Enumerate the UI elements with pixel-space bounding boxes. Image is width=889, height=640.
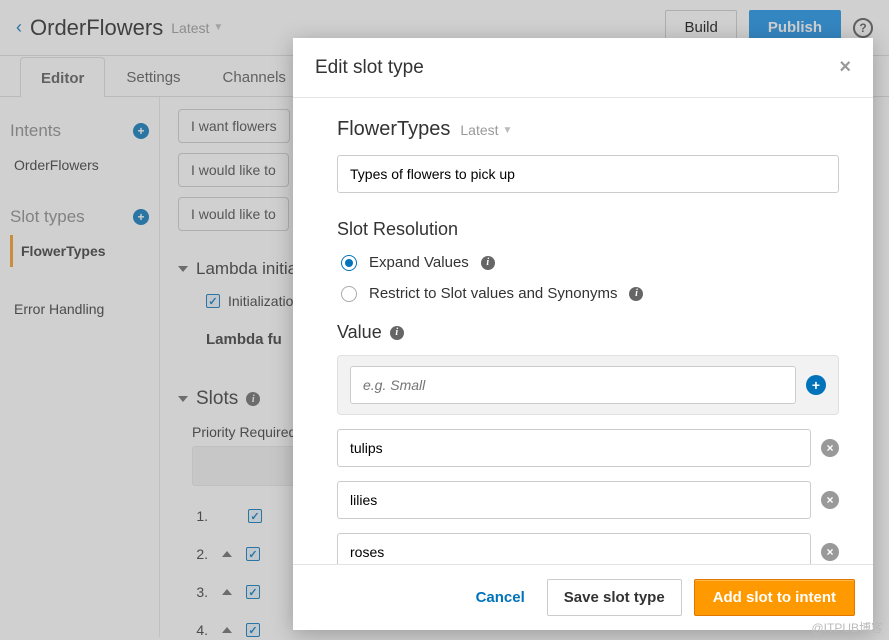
radio-restrict-label: Restrict to Slot values and Synonyms (369, 285, 617, 302)
modal-body: FlowerTypes Latest ▼ Slot Resolution Exp… (293, 98, 873, 564)
value-row: × (337, 429, 839, 467)
modal-title: Edit slot type (315, 57, 424, 79)
save-slot-type-button[interactable]: Save slot type (547, 579, 682, 616)
watermark: @ITPUB博客 (811, 619, 883, 636)
slot-version-label: Latest (460, 122, 498, 138)
modal-header: Edit slot type × (293, 38, 873, 98)
add-slot-to-intent-button[interactable]: Add slot to intent (694, 579, 855, 616)
value-input[interactable] (337, 429, 811, 467)
radio-expand-label: Expand Values (369, 254, 469, 271)
value-heading: Value i (337, 322, 839, 343)
edit-slot-type-modal: Edit slot type × FlowerTypes Latest ▼ Sl… (293, 38, 873, 630)
slot-description-input[interactable] (337, 155, 839, 193)
value-row: × (337, 533, 839, 564)
remove-value-icon[interactable]: × (821, 491, 839, 509)
radio-icon[interactable] (341, 286, 357, 302)
remove-value-icon[interactable]: × (821, 543, 839, 561)
value-row: × (337, 481, 839, 519)
close-icon[interactable]: × (839, 56, 851, 79)
slot-type-name: FlowerTypes (337, 118, 450, 141)
info-icon[interactable]: i (481, 256, 495, 270)
modal-footer: Cancel Save slot type Add slot to intent (293, 564, 873, 630)
radio-expand-values[interactable]: Expand Values i (341, 254, 839, 271)
info-icon[interactable]: i (390, 326, 404, 340)
value-input[interactable] (337, 481, 811, 519)
value-input[interactable] (337, 533, 811, 564)
value-add-input[interactable] (350, 366, 796, 404)
value-add-container: + (337, 355, 839, 415)
slot-resolution-heading: Slot Resolution (337, 219, 839, 240)
add-value-icon[interactable]: + (806, 375, 826, 395)
value-label: Value (337, 322, 382, 343)
radio-icon[interactable] (341, 255, 357, 271)
info-icon[interactable]: i (629, 287, 643, 301)
radio-restrict-values[interactable]: Restrict to Slot values and Synonyms i (341, 285, 839, 302)
remove-value-icon[interactable]: × (821, 439, 839, 457)
cancel-button[interactable]: Cancel (466, 579, 535, 616)
slot-version-dropdown[interactable]: Latest ▼ (460, 122, 512, 138)
chevron-down-icon: ▼ (503, 125, 513, 136)
